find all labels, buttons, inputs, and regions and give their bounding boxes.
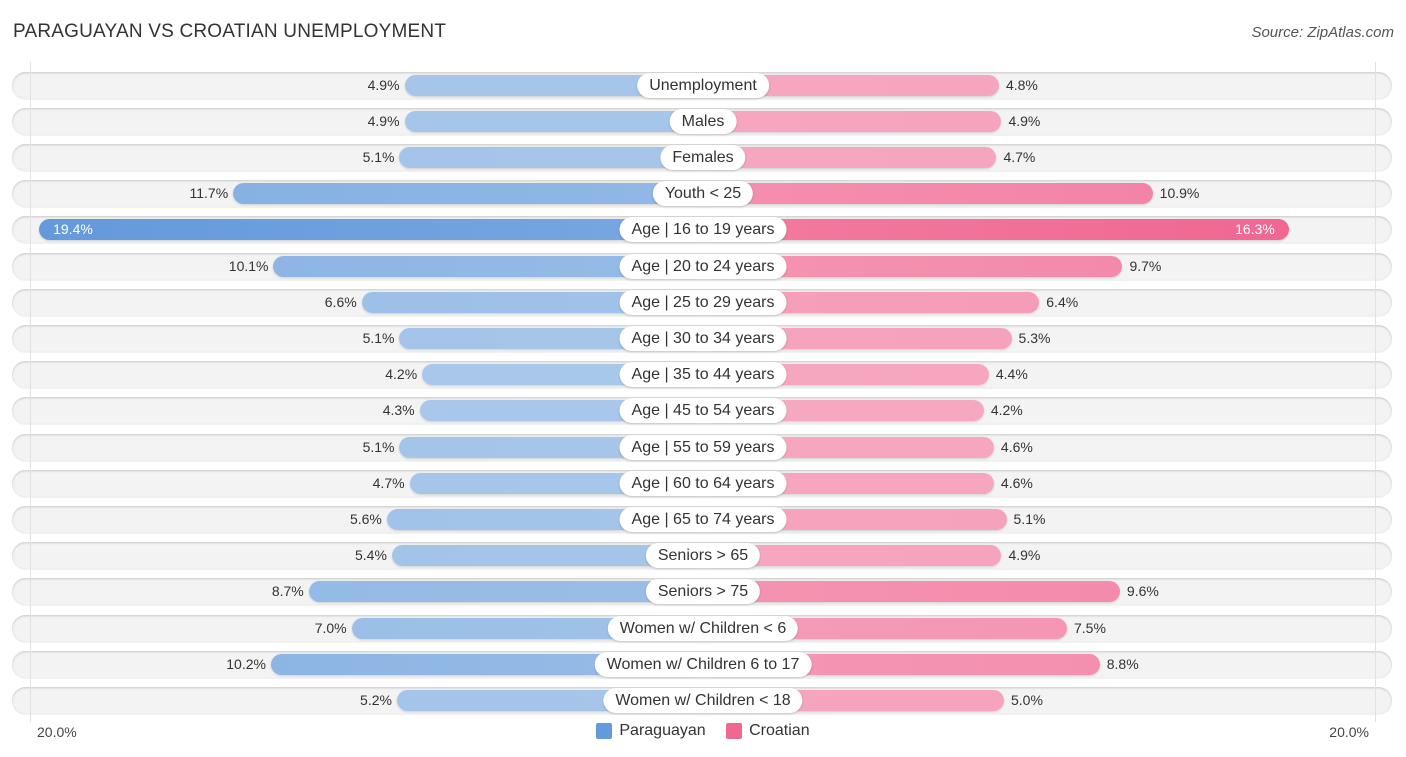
- value-label-paraguayan: 19.4%: [53, 221, 93, 238]
- category-label: Age | 60 to 64 years: [619, 470, 787, 496]
- legend: Paraguayan Croatian: [0, 722, 1406, 744]
- diverging-bar-chart: 4.9% 4.8% Unemployment 4.9% 4.9% Males 5.1% 4.7…: [0, 0, 1406, 757]
- value-label-paraguayan: 4.9%: [367, 76, 400, 93]
- value-label-paraguayan: 10.1%: [228, 257, 269, 274]
- value-label-paraguayan: 5.1%: [362, 329, 395, 346]
- value-label-croatian: 8.8%: [1106, 655, 1139, 672]
- bar-croatian[interactable]: [703, 146, 997, 168]
- value-label-croatian: 4.4%: [995, 366, 1028, 383]
- category-label: Unemployment: [637, 72, 769, 98]
- category-label: Age | 65 to 74 years: [619, 506, 787, 532]
- value-label-croatian: 4.8%: [1005, 76, 1038, 93]
- category-label: Age | 35 to 44 years: [619, 362, 787, 388]
- category-label: Women w/ Children 6 to 17: [594, 651, 812, 677]
- right-axis-gridline: [1375, 62, 1376, 722]
- category-label: Women w/ Children < 18: [603, 687, 803, 713]
- bar-paraguayan[interactable]: [233, 183, 703, 205]
- bar-croatian[interactable]: [703, 219, 1289, 241]
- value-label-paraguayan: 5.6%: [349, 510, 382, 527]
- category-label: Age | 55 to 59 years: [619, 434, 787, 460]
- value-label-paraguayan: 4.9%: [367, 112, 400, 129]
- legend-swatch-croatian: [726, 723, 743, 739]
- value-label-paraguayan: 6.6%: [324, 293, 357, 310]
- value-label-croatian: 4.6%: [1000, 474, 1033, 491]
- value-label-croatian: 6.4%: [1046, 293, 1079, 310]
- category-label: Youth < 25: [652, 181, 754, 207]
- value-label-paraguayan: 5.2%: [360, 691, 392, 708]
- value-label-paraguayan: 4.2%: [385, 366, 418, 383]
- value-label-paraguayan: 5.1%: [362, 438, 395, 455]
- value-label-croatian: 4.6%: [1000, 438, 1033, 455]
- legend-label-croatian: Croatian: [749, 722, 810, 739]
- bar-croatian[interactable]: [703, 581, 1120, 603]
- value-label-croatian: 16.3%: [1235, 221, 1275, 238]
- value-label-croatian: 4.2%: [990, 402, 1023, 419]
- category-label: Age | 16 to 19 years: [619, 217, 787, 243]
- bar-paraguayan[interactable]: [308, 581, 703, 603]
- value-label-croatian: 5.0%: [1011, 691, 1043, 708]
- category-label: Seniors > 75: [645, 579, 761, 605]
- value-label-croatian: 5.3%: [1018, 329, 1051, 346]
- value-label-croatian: 4.9%: [1008, 547, 1041, 564]
- bar-paraguayan[interactable]: [399, 146, 703, 168]
- category-label: Males: [669, 108, 737, 134]
- value-label-paraguayan: 5.1%: [362, 148, 395, 165]
- value-label-paraguayan: 10.2%: [226, 655, 266, 672]
- value-label-paraguayan: 4.7%: [372, 474, 405, 491]
- value-label-paraguayan: 8.7%: [271, 583, 304, 600]
- left-axis-gridline: [30, 62, 31, 722]
- value-label-croatian: 5.1%: [1013, 510, 1046, 527]
- category-label: Women w/ Children < 6: [607, 615, 799, 641]
- category-label: Seniors > 65: [645, 543, 761, 569]
- value-label-croatian: 10.9%: [1159, 185, 1200, 202]
- category-label: Age | 25 to 29 years: [619, 289, 787, 315]
- legend-item-paraguayan[interactable]: Paraguayan: [596, 722, 706, 740]
- value-label-paraguayan: 11.7%: [189, 185, 229, 202]
- value-label-paraguayan: 4.3%: [382, 402, 415, 419]
- value-label-croatian: 7.5%: [1074, 619, 1106, 636]
- legend-item-croatian[interactable]: Croatian: [726, 722, 810, 740]
- value-label-croatian: 9.7%: [1129, 257, 1162, 274]
- value-label-croatian: 4.7%: [1003, 148, 1036, 165]
- bar-paraguayan[interactable]: [404, 110, 703, 132]
- bar-croatian[interactable]: [703, 183, 1153, 205]
- legend-swatch-paraguayan: [596, 723, 613, 739]
- value-label-croatian: 9.6%: [1126, 583, 1159, 600]
- bar-paraguayan[interactable]: [39, 219, 703, 241]
- category-label: Age | 20 to 24 years: [619, 253, 787, 279]
- value-label-paraguayan: 7.0%: [314, 619, 347, 636]
- category-label: Age | 30 to 34 years: [619, 325, 787, 351]
- legend-label-paraguayan: Paraguayan: [619, 722, 706, 739]
- category-label: Age | 45 to 54 years: [619, 398, 787, 424]
- bar-croatian[interactable]: [703, 110, 1002, 132]
- category-label: Females: [660, 144, 746, 170]
- value-label-paraguayan: 5.4%: [355, 547, 387, 564]
- value-label-croatian: 4.9%: [1008, 112, 1041, 129]
